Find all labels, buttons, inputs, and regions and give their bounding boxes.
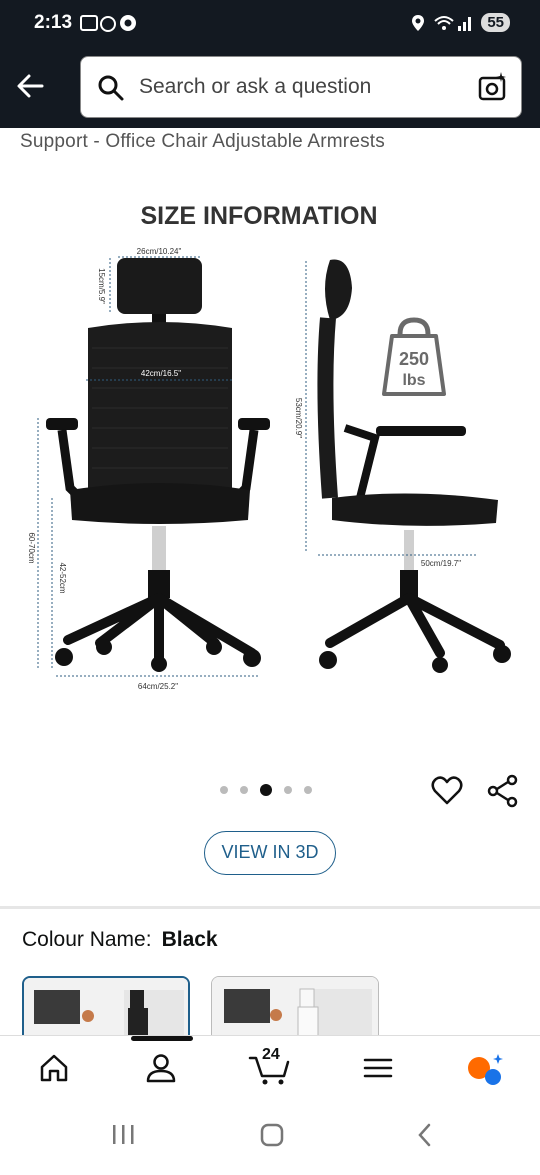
dim-back-width: 42cm/16.5" <box>141 369 181 378</box>
nav-cart[interactable]: 24 <box>248 1046 292 1091</box>
nav-menu[interactable] <box>362 1052 394 1089</box>
system-nav-bar <box>0 1105 540 1170</box>
colour-name-row: Colour Name: Black <box>22 928 218 952</box>
heart-icon <box>431 776 463 805</box>
dim-head-height: 15cm/5.9" <box>97 268 106 304</box>
wifi-signal-icon <box>434 15 472 31</box>
account-icon <box>146 1054 176 1083</box>
recent-apps-icon[interactable] <box>113 1125 134 1144</box>
colour-label: Colour Name: <box>22 928 152 951</box>
dim-seat-height: 42-52cm <box>58 562 67 593</box>
nav-home[interactable] <box>38 1052 70 1089</box>
front-chair-illustration <box>46 258 270 672</box>
nav-active-indicator <box>131 1036 193 1041</box>
notification-icons <box>80 15 136 32</box>
system-nav-buttons <box>113 1123 431 1147</box>
dim-total-height: 60-70cm <box>27 532 36 563</box>
nav-account[interactable] <box>145 1052 177 1089</box>
status-system-icons: 55 <box>411 13 510 32</box>
status-notification-icons <box>80 13 138 33</box>
share-icon <box>487 774 518 808</box>
back-button[interactable] <box>14 70 50 106</box>
back-arrow-icon <box>17 74 44 98</box>
weight-value: 250 <box>399 349 429 369</box>
carousel-dot[interactable] <box>304 786 312 794</box>
status-time: 2:13 <box>34 12 73 33</box>
nav-rufus[interactable] <box>466 1052 506 1091</box>
location-icon <box>412 14 425 31</box>
dim-seat-depth: 50cm/19.7" <box>421 559 461 568</box>
section-divider <box>0 906 540 909</box>
back-system-icon[interactable] <box>418 1123 431 1147</box>
weight-capacity-badge: 250 lbs <box>382 317 446 396</box>
rufus-icon <box>468 1054 503 1085</box>
status-bar: 2:13 55 <box>0 0 540 48</box>
carousel-dot[interactable] <box>284 786 292 794</box>
carousel-dot[interactable] <box>220 786 228 794</box>
carousel-dot-active[interactable] <box>260 784 272 796</box>
bottom-nav: 24 <box>0 1035 540 1105</box>
search-input[interactable]: Search or ask a question <box>80 56 522 118</box>
product-image[interactable]: SIZE INFORMATION 26cm/10.24" 15cm/5.9" 4 <box>0 168 540 748</box>
product-title-strip: Support - Office Chair Adjustable Armres… <box>0 128 540 158</box>
dim-base-width: 64cm/25.2" <box>138 682 178 691</box>
view-in-3d-button[interactable]: VIEW IN 3D <box>204 831 336 875</box>
app-header: Search or ask a question <box>0 48 540 128</box>
carousel-dot[interactable] <box>240 786 248 794</box>
home-system-icon[interactable] <box>260 1123 284 1147</box>
size-heading: SIZE INFORMATION <box>140 202 377 230</box>
wishlist-button[interactable] <box>430 774 464 813</box>
search-placeholder: Search or ask a question <box>139 75 372 98</box>
dim-head-width: 26cm/10.24" <box>137 247 182 256</box>
battery-level: 55 <box>481 13 510 32</box>
cart-count: 24 <box>262 1046 280 1063</box>
image-carousel-dots <box>220 784 312 796</box>
dim-back-height: 53cm/20.9" <box>294 398 303 438</box>
share-button[interactable] <box>486 774 520 813</box>
product-title: Support - Office Chair Adjustable Armres… <box>20 131 385 152</box>
menu-icon <box>363 1058 393 1078</box>
camera-icon[interactable] <box>477 71 509 103</box>
weight-unit: lbs <box>402 372 425 389</box>
search-icon <box>98 75 124 101</box>
colour-value: Black <box>161 928 218 951</box>
home-icon <box>40 1054 68 1082</box>
